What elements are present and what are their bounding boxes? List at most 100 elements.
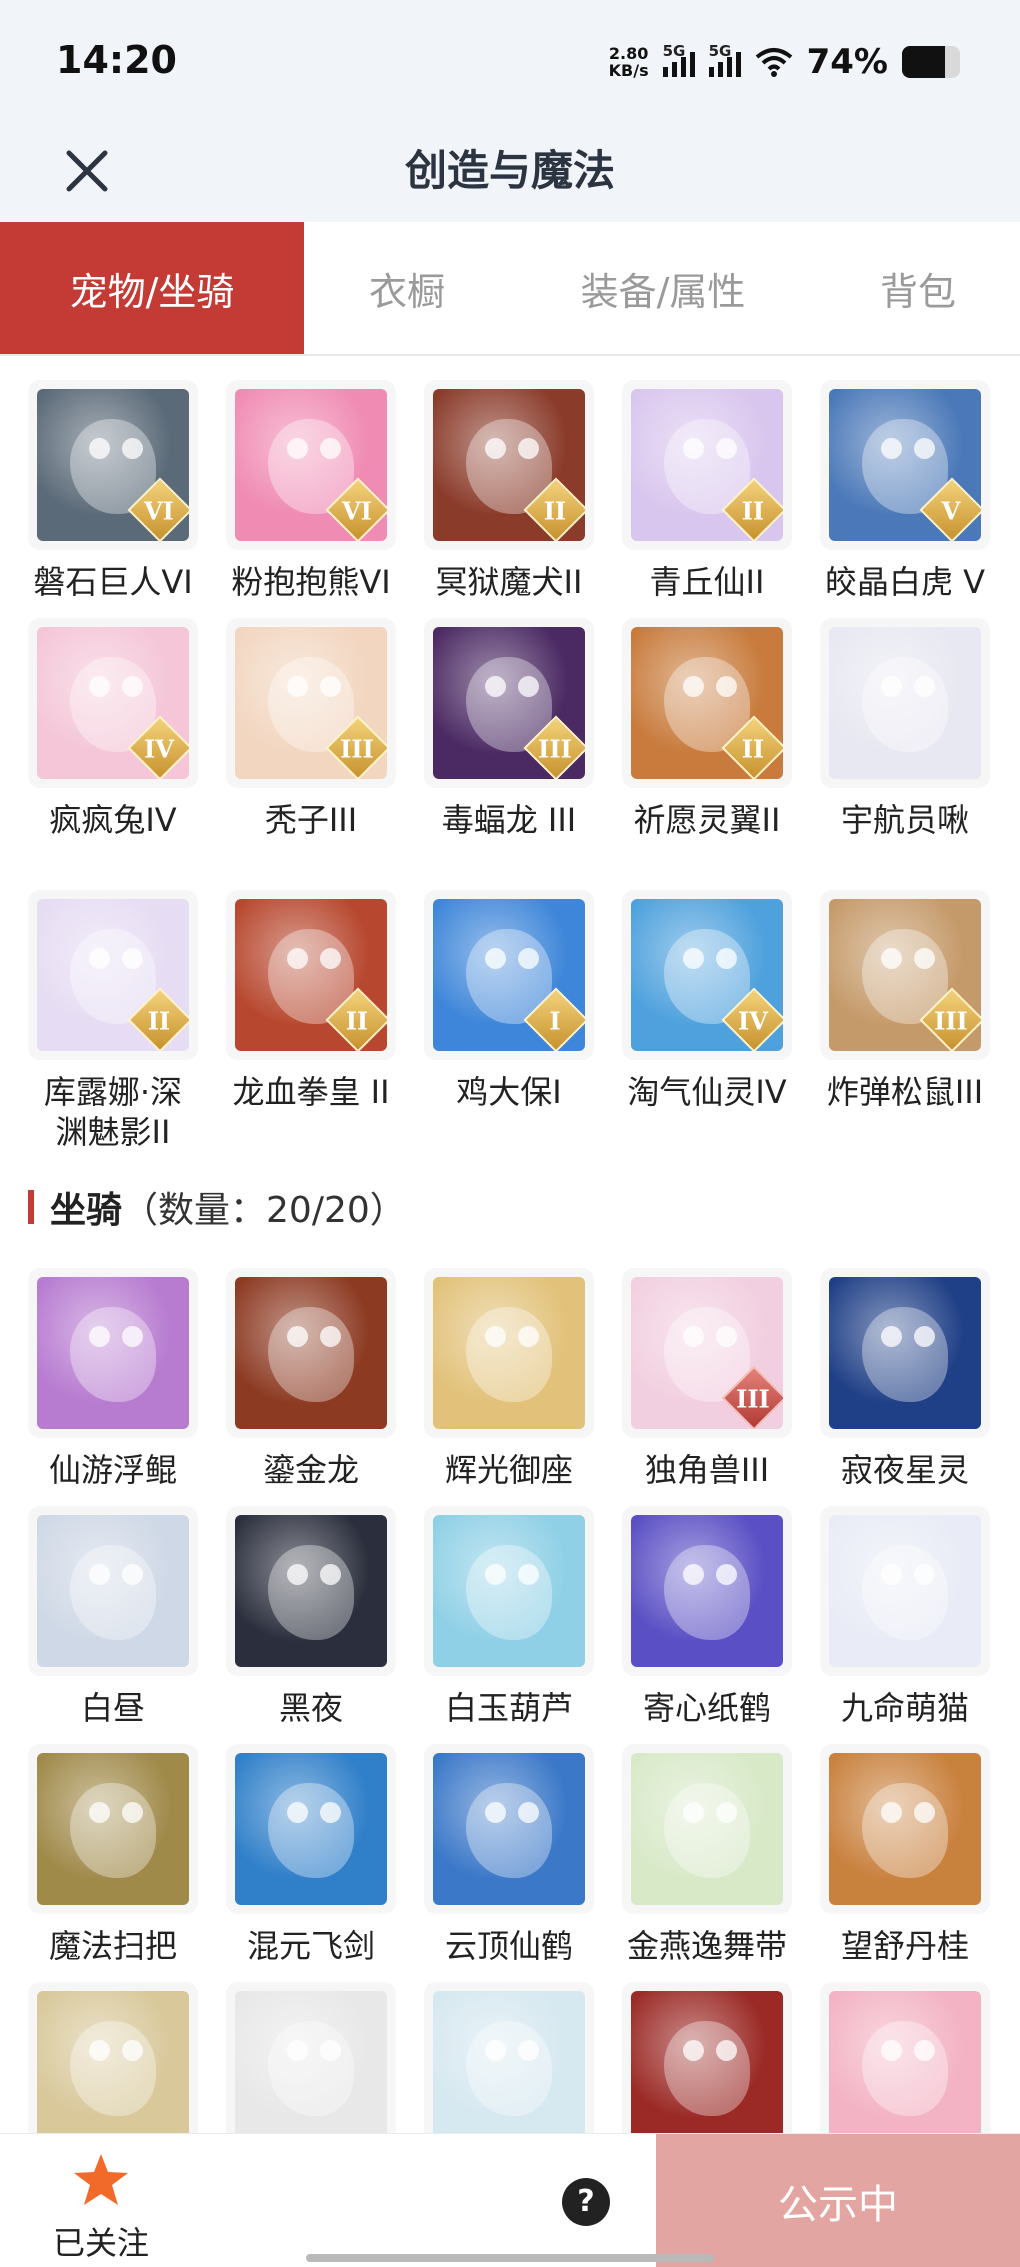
- tab-backpack[interactable]: 背包: [816, 222, 1020, 354]
- pet-card[interactable]: II 青丘仙II: [622, 380, 792, 618]
- mount-name: 云顶仙鹤: [444, 1927, 573, 1965]
- mount-image: [433, 1753, 585, 1905]
- mount-thumbnail: [424, 1268, 594, 1438]
- status-icons: 2.80 KB/s 5G 5G 74%: [609, 42, 960, 82]
- mount-image: [829, 1277, 981, 1429]
- pet-name: 秃子III: [264, 801, 358, 839]
- pet-image: II: [433, 389, 585, 541]
- mount-card[interactable]: [622, 1982, 792, 2133]
- pet-card[interactable]: III 炸弹松鼠III: [820, 890, 990, 1162]
- pet-card[interactable]: VI 磐石巨人VI: [28, 380, 198, 618]
- pet-image: I: [433, 899, 585, 1051]
- pet-card[interactable]: IV 疯疯兔IV: [28, 618, 198, 890]
- app-header: 创造与魔法: [0, 120, 1020, 222]
- mounts-section-heading: 坐骑 （数量：20/20）: [0, 1172, 1020, 1242]
- mounts-grid: 仙游浮鲲 鎏金龙 辉光御座 III 独角兽III 寂夜星灵白昼 黑夜 白玉葫芦 寄心纸鹤 九命萌猫…: [0, 1268, 1020, 2133]
- pet-image: V: [829, 389, 981, 541]
- mount-name: 九命萌猫: [840, 1689, 969, 1727]
- mount-card[interactable]: 黑夜: [226, 1506, 396, 1744]
- pet-name: 皎晶白虎 V: [824, 563, 986, 601]
- mount-thumbnail: [820, 1506, 990, 1676]
- pet-name: 祈愿灵翼II: [633, 801, 781, 839]
- mount-card[interactable]: 九命萌猫: [820, 1506, 990, 1744]
- mount-card[interactable]: 魔法扫把: [28, 1744, 198, 1982]
- pet-card[interactable]: VI 粉抱抱熊VI: [226, 380, 396, 618]
- mount-card[interactable]: 辉光御座: [424, 1268, 594, 1506]
- mount-card[interactable]: III 独角兽III: [622, 1268, 792, 1506]
- signal-icon: 5G: [708, 42, 741, 77]
- mount-name: 黑夜: [278, 1689, 343, 1727]
- mount-thumbnail: III: [622, 1268, 792, 1438]
- mount-thumbnail: [226, 1268, 396, 1438]
- mount-thumbnail: [820, 1982, 990, 2133]
- pet-image: III: [829, 899, 981, 1051]
- pet-image: III: [433, 627, 585, 779]
- tab-equipment[interactable]: 装备/属性: [510, 222, 816, 354]
- mount-card[interactable]: 白昼: [28, 1506, 198, 1744]
- pet-card[interactable]: 宇航员啾: [820, 618, 990, 890]
- mount-card[interactable]: 混元飞剑: [226, 1744, 396, 1982]
- pet-image: IV: [631, 899, 783, 1051]
- mount-name: 独角兽III: [644, 1451, 770, 1489]
- pet-name: 龙血拳皇 II: [232, 1073, 390, 1111]
- pet-card[interactable]: V 皎晶白虎 V: [820, 380, 990, 618]
- mount-name: 混元飞剑: [246, 1927, 375, 1965]
- mount-card[interactable]: 金燕逸舞带: [622, 1744, 792, 1982]
- mount-image: [829, 1515, 981, 1667]
- pet-card[interactable]: II 祈愿灵翼II: [622, 618, 792, 890]
- mount-thumbnail: [28, 1268, 198, 1438]
- mount-card[interactable]: 寂夜星灵: [820, 1268, 990, 1506]
- mount-card[interactable]: [424, 1982, 594, 2133]
- pet-card[interactable]: I 鸡大保I: [424, 890, 594, 1162]
- help-icon[interactable]: ?: [562, 2178, 610, 2226]
- pet-name: 粉抱抱熊VI: [231, 563, 391, 601]
- tab-wardrobe[interactable]: 衣橱: [304, 222, 510, 354]
- mount-image: [37, 1277, 189, 1429]
- mount-card[interactable]: 白玉葫芦: [424, 1506, 594, 1744]
- status-bar: 14:20 2.80 KB/s 5G 5G 74%: [0, 0, 1020, 120]
- follow-button[interactable]: 已关注: [46, 2152, 156, 2264]
- mount-image: [829, 1753, 981, 1905]
- close-button[interactable]: [52, 120, 122, 222]
- pet-card[interactable]: III 毒蝠龙 III: [424, 618, 594, 890]
- mount-name: 望舒丹桂: [840, 1927, 969, 1965]
- content-scroll[interactable]: VI 磐石巨人VI VI 粉抱抱熊VI II 冥狱魔犬II II 青丘仙II V 皎晶白虎 V IV…: [0, 358, 1020, 2133]
- pet-image: VI: [235, 389, 387, 541]
- mount-card[interactable]: 仙游浮鲲: [28, 1268, 198, 1506]
- mount-image: [37, 1515, 189, 1667]
- public-status-button[interactable]: 公示中: [656, 2134, 1020, 2267]
- pet-name: 淘气仙灵IV: [627, 1073, 787, 1111]
- pet-card[interactable]: II 冥狱魔犬II: [424, 380, 594, 618]
- pets-grid: VI 磐石巨人VI VI 粉抱抱熊VI II 冥狱魔犬II II 青丘仙II V 皎晶白虎 V IV…: [0, 380, 1020, 1162]
- mount-card[interactable]: 鎏金龙: [226, 1268, 396, 1506]
- mount-card[interactable]: 寄心纸鹤: [622, 1506, 792, 1744]
- mount-name: 白玉葫芦: [444, 1689, 573, 1727]
- status-time: 14:20: [56, 38, 177, 82]
- mount-image: [631, 1753, 783, 1905]
- pet-thumbnail: I: [424, 890, 594, 1060]
- mount-card[interactable]: 望舒丹桂: [820, 1744, 990, 1982]
- mount-card[interactable]: [226, 1982, 396, 2133]
- mount-card[interactable]: 云顶仙鹤: [424, 1744, 594, 1982]
- mount-image: [433, 1277, 585, 1429]
- pet-thumbnail: III: [424, 618, 594, 788]
- pet-image: [829, 627, 981, 779]
- pet-card[interactable]: IV 淘气仙灵IV: [622, 890, 792, 1162]
- mount-thumbnail: [226, 1506, 396, 1676]
- section-title: 坐骑: [50, 1190, 123, 1231]
- pet-name: 青丘仙II: [649, 563, 765, 601]
- tab-pets-mounts[interactable]: 宠物/坐骑: [0, 222, 304, 354]
- mount-card[interactable]: [820, 1982, 990, 2133]
- mount-thumbnail: [622, 1744, 792, 1914]
- mount-name: 辉光御座: [444, 1451, 573, 1489]
- mount-card[interactable]: [28, 1982, 198, 2133]
- wifi-icon: [755, 48, 792, 77]
- pet-card[interactable]: II 库露娜·深渊魅影II: [28, 890, 198, 1162]
- pet-thumbnail: IV: [622, 890, 792, 1060]
- mount-image: [37, 1991, 189, 2133]
- pet-card[interactable]: II 龙血拳皇 II: [226, 890, 396, 1162]
- mount-thumbnail: [226, 1982, 396, 2133]
- mount-image: [433, 1991, 585, 2133]
- pet-card[interactable]: III 秃子III: [226, 618, 396, 890]
- pet-thumbnail: II: [28, 890, 198, 1060]
